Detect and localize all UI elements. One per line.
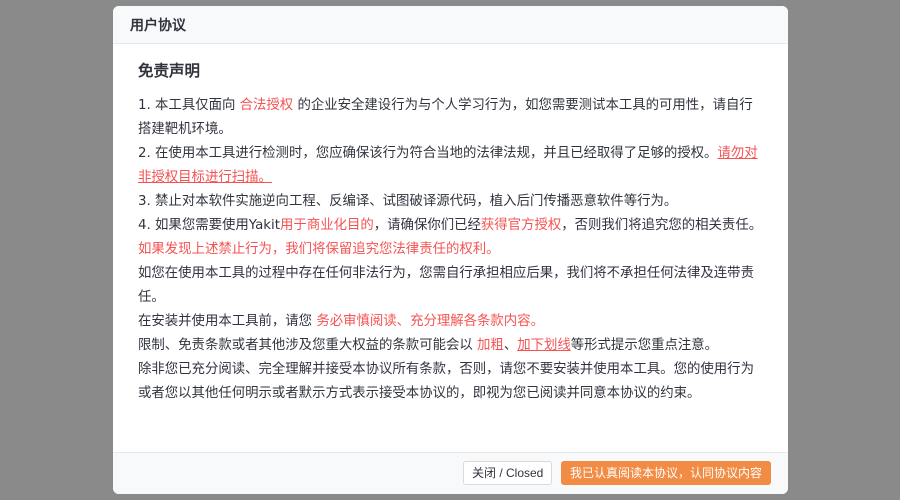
modal-title: 用户协议 [130,17,186,34]
read-carefully-notice: 在安装并使用本工具前，请您 务必审慎阅读、充分理解各条款内容。 [138,314,544,329]
modal-body: 免责声明 1. 本工具仅面向 合法授权 的企业安全建设行为与个人学习行为，如您需… [138,60,764,406]
read-carefully-highlight: 务必审慎阅读、充分理解各条款内容。 [316,314,544,329]
clause-2: 2. 在使用本工具进行检测时，您应确保该行为符合当地的法律法规，并且已经取得了足… [138,146,758,185]
liability-notice: 如您在使用本工具的过程中存在任何非法行为，您需自行承担相应后果，我们将不承担任何… [138,266,754,305]
bold-highlight: 加粗 [477,338,504,353]
user-agreement-modal: 用户协议 免责声明 1. 本工具仅面向 合法授权 的企业安全建设行为与个人学习行… [113,6,788,494]
clause-3: 3. 禁止对本软件实施逆向工程、反编译、试图破译源代码，植入后门传播恶意软件等行… [138,194,678,209]
close-button[interactable]: 关闭 / Closed [463,461,553,485]
official-authorization-highlight: 获得官方授权 [480,218,562,233]
emphasis-notice: 限制、免责条款或者其他涉及您重大权益的条款可能会以 加粗、加下划线等形式提示您重… [138,338,719,353]
clause-4: 4. 如果您需要使用Yakit用于商业化目的，请确保你们已经获得官方授权，否则我… [138,218,763,233]
modal-footer: 关闭 / Closed 我已认真阅读本协议，认同协议内容 [113,452,788,494]
modal-header: 用户协议 [113,6,788,44]
underline-highlight: 加下划线 [517,338,571,353]
agree-button[interactable]: 我已认真阅读本协议，认同协议内容 [561,461,772,485]
legal-authorization-highlight: 合法授权 [239,98,294,113]
acceptance-notice: 除非您已充分阅读、完全理解并接受本协议所有条款，否则，请您不要安装并使用本工具。… [138,362,754,401]
section-title: 免责声明 [138,62,201,80]
legal-reservation-notice: 如果发现上述禁止行为，我们将保留追究您法律责任的权利。 [138,242,500,257]
commercial-use-highlight: 用于商业化目的 [280,218,374,233]
clause-1: 1. 本工具仅面向 合法授权 的企业安全建设行为与个人学习行为，如您需要测试本工… [138,98,753,137]
